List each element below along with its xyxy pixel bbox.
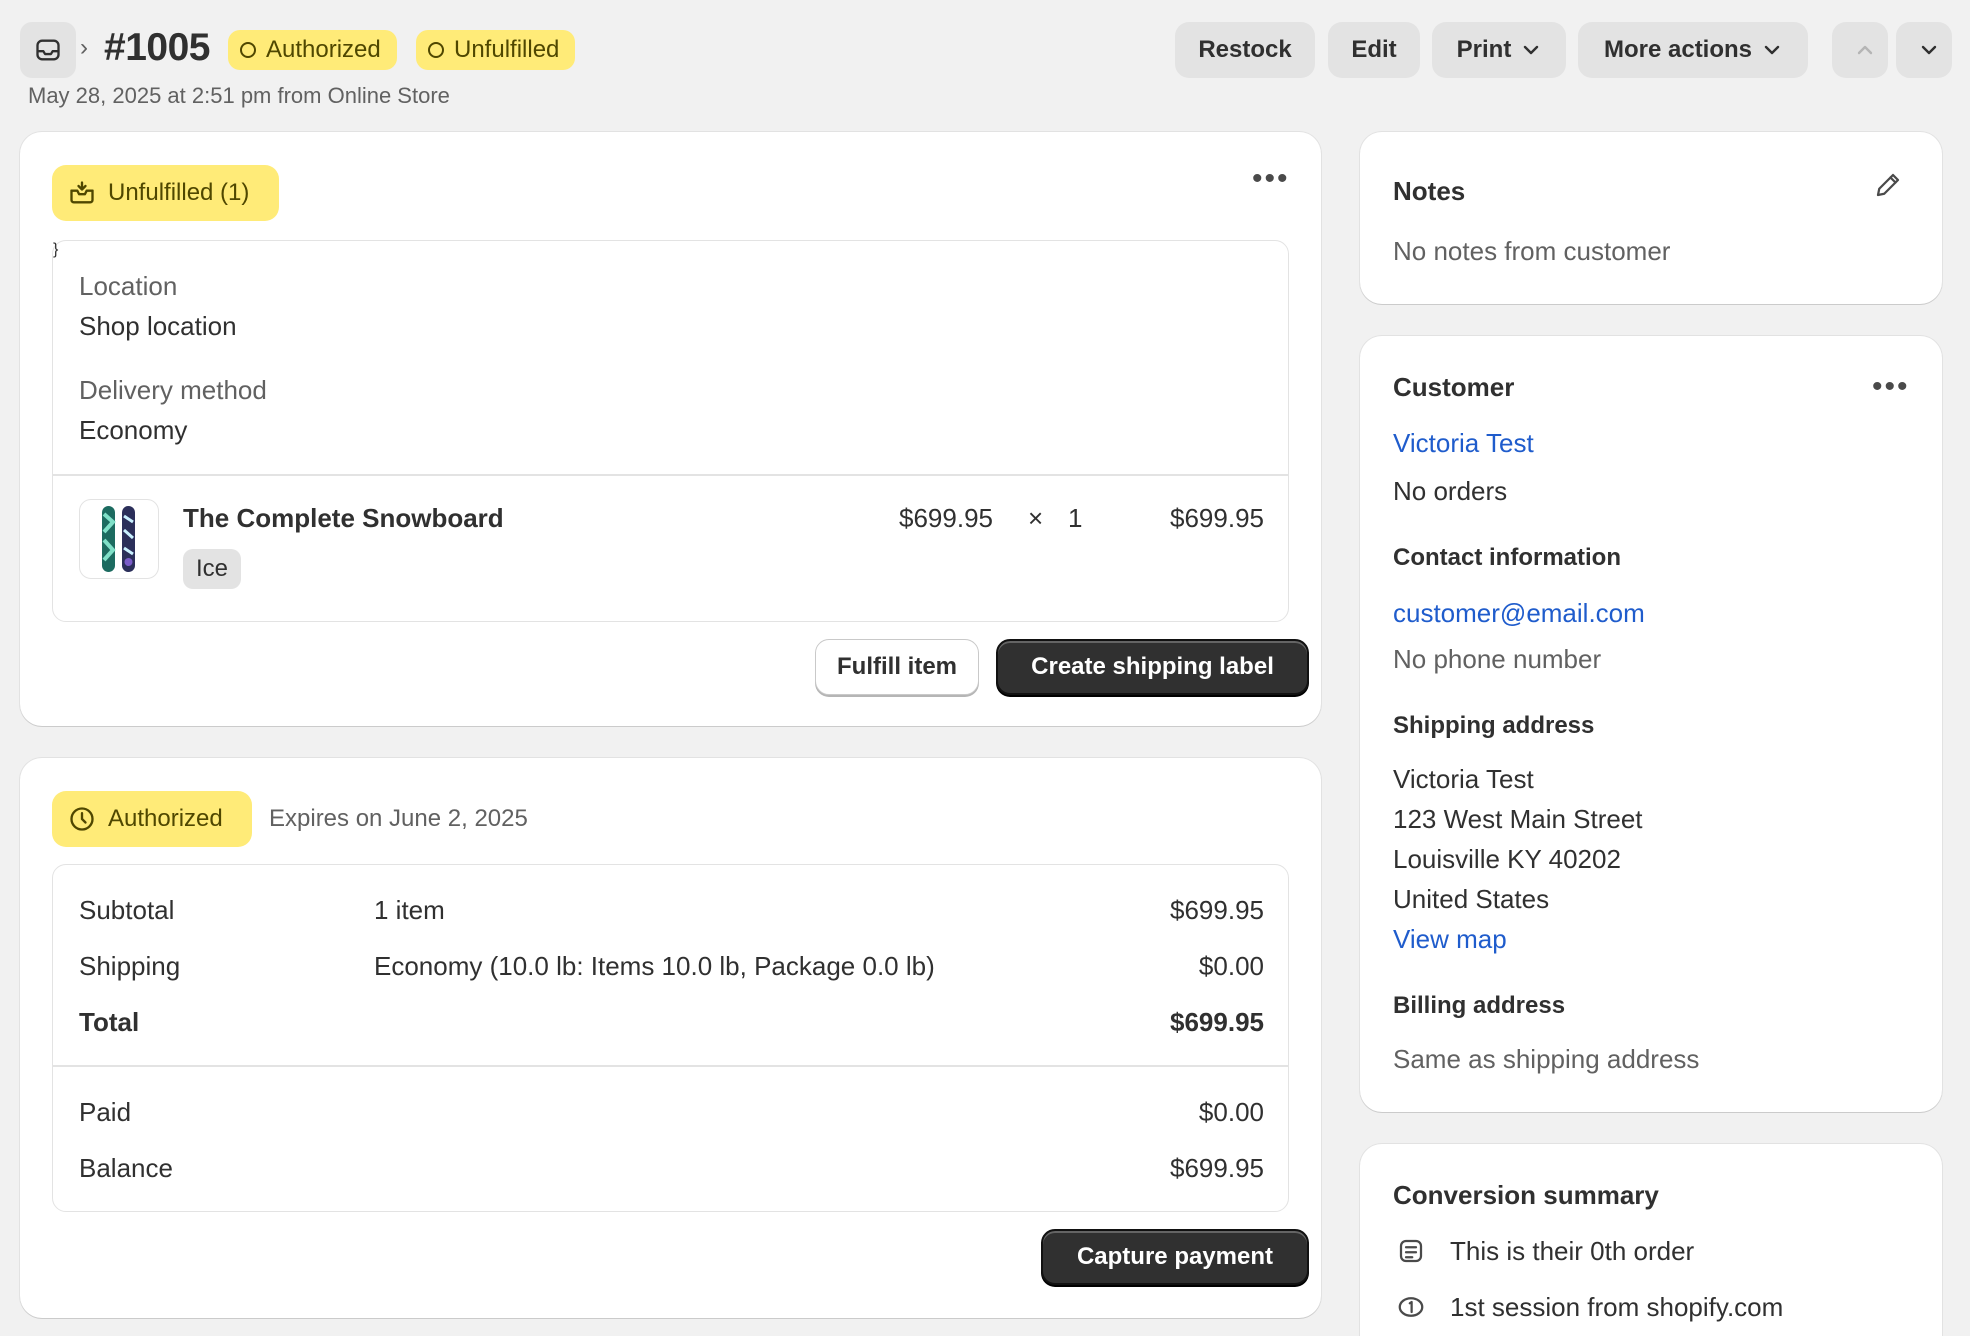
location-value: Shop location (79, 311, 237, 341)
contact-information-title: Contact information (1393, 544, 1621, 571)
subtotal-label: Subtotal (79, 895, 175, 925)
more-horizontal-icon[interactable]: ••• (1872, 370, 1910, 404)
notes-title: Notes (1393, 176, 1466, 206)
pencil-icon (1876, 173, 1900, 197)
variant-label: Ice (195, 555, 228, 582)
more-horizontal-icon[interactable]: ••• (1252, 162, 1290, 196)
customer-card: Customer ••• Victoria Test No orders Con… (1360, 336, 1942, 1112)
notes-body: No notes from customer (1393, 236, 1671, 266)
chevron-down-icon (1524, 45, 1539, 55)
fulfill-item-button[interactable]: Fulfill item (815, 639, 979, 695)
address-line: Louisville KY 40202 (1393, 844, 1621, 874)
fulfillment-card: Unfulfilled (1) ••• Location Shop locati… (20, 132, 1321, 726)
restock-label: Restock (1198, 36, 1292, 63)
print-label: Print (1456, 36, 1512, 63)
order-number: #1005 (104, 26, 210, 69)
shipping-label: Shipping (79, 951, 181, 981)
badge-label: Authorized (266, 36, 381, 63)
next-order-button[interactable] (1896, 22, 1952, 78)
unit-price: $699.95 (899, 503, 993, 533)
order-stack-icon (1396, 1236, 1426, 1271)
location-label: Location (79, 271, 178, 301)
delivery-method-value: Economy (79, 415, 188, 445)
total-amount: $699.95 (1170, 1007, 1264, 1037)
create-shipping-label-button[interactable]: Create shipping label (996, 639, 1309, 695)
customer-name-link[interactable]: Victoria Test (1393, 428, 1534, 459)
authorized-label: Authorized (108, 805, 223, 832)
authorization-expiry: Expires on June 2, 2025 (269, 805, 528, 832)
shipping-amount: $0.00 (1198, 951, 1264, 981)
status-badge-payment: Authorized (228, 30, 397, 70)
chevron-right-icon: › (80, 34, 88, 61)
chevron-up-icon (1857, 45, 1873, 55)
product-title-link[interactable]: The Complete Snowboard (183, 503, 504, 534)
divider (53, 474, 1288, 476)
billing-address-title: Billing address (1393, 992, 1566, 1019)
balance-label: Balance (79, 1153, 173, 1183)
edit-notes-button[interactable] (1873, 170, 1903, 205)
conversion-summary-title: Conversion summary (1393, 1180, 1659, 1210)
badge-label: Unfulfilled (454, 36, 560, 63)
customer-phone: No phone number (1393, 644, 1602, 674)
edit-label: Edit (1351, 36, 1397, 63)
conversion-item: This is their 0th order (1450, 1236, 1695, 1266)
capture-payment-button[interactable]: Capture payment (1041, 1229, 1309, 1285)
order-subtitle: May 28, 2025 at 2:51 pm from Online Stor… (28, 83, 450, 108)
status-ring-icon (240, 42, 256, 58)
paid-amount: $0.00 (1198, 1097, 1264, 1127)
clock-icon (70, 807, 94, 831)
authorized-status-tag: Authorized (52, 791, 252, 847)
shipping-address-title: Shipping address (1393, 712, 1595, 739)
inbox-icon (36, 39, 60, 61)
print-button[interactable]: Print (1432, 22, 1566, 78)
shipping-detail: Economy (10.0 lb: Items 10.0 lb, Package… (374, 951, 935, 981)
customer-email-link[interactable]: customer@email.com (1393, 598, 1645, 629)
subtotal-detail: 1 item (374, 895, 445, 925)
fulfill-item-label: Fulfill item (837, 653, 957, 680)
previous-order-button[interactable] (1832, 22, 1888, 78)
orders-back-button[interactable] (20, 22, 76, 78)
unfulfilled-label: Unfulfilled (1) (108, 179, 250, 206)
times-sign: × (1028, 503, 1044, 533)
create-shipping-label-label: Create shipping label (1031, 653, 1274, 680)
billing-address-value: Same as shipping address (1393, 1044, 1700, 1074)
address-line: Victoria Test (1393, 764, 1534, 794)
restock-button[interactable]: Restock (1175, 22, 1315, 78)
capture-payment-label: Capture payment (1076, 1243, 1274, 1270)
unfulfilled-status-tag: Unfulfilled (1) (52, 165, 279, 221)
paid-label: Paid (79, 1097, 132, 1127)
divider (53, 1065, 1288, 1067)
balance-amount: $699.95 (1170, 1153, 1264, 1183)
fulfillment-details: Location Shop location Delivery method E… (52, 240, 1289, 622)
more-actions-label: More actions (1603, 36, 1753, 63)
customer-orders: No orders (1393, 476, 1508, 506)
line-total: $699.95 (1170, 503, 1264, 533)
address-line: 123 West Main Street (1393, 804, 1643, 834)
payment-card: Authorized Expires on June 2, 2025 Subto… (20, 758, 1321, 1318)
status-ring-icon (428, 42, 444, 58)
address-line: United States (1393, 884, 1550, 914)
subtotal-amount: $699.95 (1170, 895, 1264, 925)
total-label: Total (79, 1007, 140, 1037)
variant-chip: Ice (183, 549, 241, 589)
payment-summary: Subtotal 1 item $699.95 Shipping Economy… (52, 864, 1289, 1212)
customer-title: Customer (1393, 372, 1515, 402)
product-thumbnail[interactable] (79, 499, 159, 579)
quantity: 1 (1068, 503, 1083, 533)
view-map-link[interactable]: View map (1393, 924, 1507, 955)
notes-card: Notes No notes from customer (1360, 132, 1942, 304)
status-badge-fulfillment: Unfulfilled (416, 30, 576, 70)
snowboard-image-icon (102, 506, 135, 572)
chevron-down-icon (1764, 45, 1780, 55)
chevron-down-icon (1921, 45, 1937, 55)
delivery-method-label: Delivery method (79, 375, 267, 405)
conversion-item: 1st session from shopify.com (1450, 1292, 1784, 1322)
session-icon (1396, 1292, 1426, 1327)
edit-button[interactable]: Edit (1328, 22, 1420, 78)
fulfillment-icon (70, 181, 94, 204)
conversion-summary-card: Conversion summary This is their 0th ord… (1360, 1144, 1942, 1336)
more-actions-button[interactable]: More actions (1578, 22, 1808, 78)
